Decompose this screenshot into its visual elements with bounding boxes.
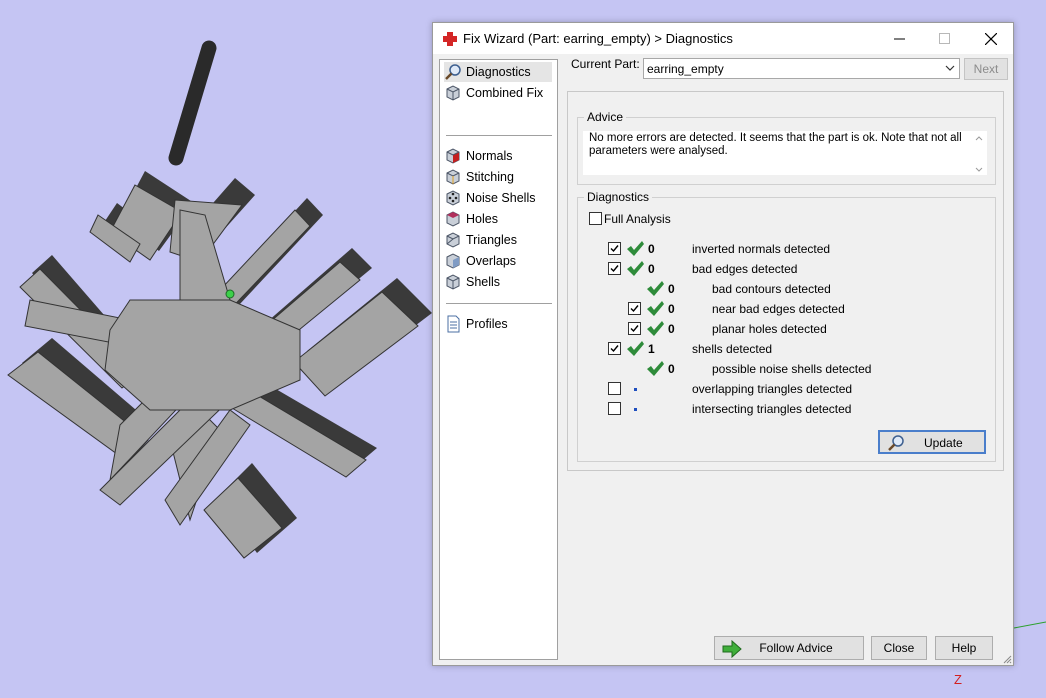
green-arrow-icon [722,640,742,658]
overlapping-triangles-checkbox[interactable] [608,382,621,395]
cube-icon [446,253,460,269]
sidebar-item-combined-fix[interactable]: Combined Fix [444,83,552,103]
maximize-button[interactable] [922,23,967,54]
planar-holes-count: 0 [668,322,675,336]
follow-advice-button[interactable]: Follow Advice [714,636,864,660]
update-button-label: Update [924,436,963,450]
sidebar-item-profiles[interactable]: Profiles [444,314,552,334]
cube-icon [446,232,460,248]
inverted-normals-count: 0 [648,242,655,256]
close-window-button[interactable] [968,23,1013,54]
minimize-button[interactable] [877,23,922,54]
sidebar-item-overlaps[interactable]: Overlaps [444,251,552,271]
cube-red-face-icon [446,148,460,164]
shells-label: shells detected [692,342,773,356]
sidebar-item-normals[interactable]: Normals [444,146,552,166]
noise-shells-label: possible noise shells detected [712,362,872,376]
bad-edges-checkbox[interactable] [608,262,621,275]
overlapping-triangles-label: overlapping triangles detected [692,382,853,396]
document-icon [447,315,460,333]
bad-contours-label: bad contours detected [712,282,831,296]
advice-group: Advice No more errors are detected. It s… [577,110,996,185]
near-bad-edges-checkbox[interactable] [628,302,641,315]
full-analysis-label: Full Analysis [604,212,671,226]
sidebar-item-shells[interactable]: Shells [444,272,552,292]
full-analysis-checkbox[interactable] [589,212,602,225]
current-part-label: Current Part: [571,57,640,71]
bad-contours-count: 0 [668,282,675,296]
advice-scrollbar[interactable] [973,133,985,175]
green-check-icon [627,261,644,276]
advice-text-box[interactable]: No more errors are detected. It seems th… [583,131,987,175]
sidebar-item-diagnostics[interactable]: Diagnostics [444,62,552,82]
resize-grip-icon[interactable] [1002,654,1012,664]
noise-shells-count: 0 [668,362,675,376]
chevron-down-icon [945,65,955,71]
cube-icon [446,211,460,227]
pending-dot-icon [634,408,637,411]
green-check-icon [627,341,644,356]
sidebar-divider [446,135,552,136]
next-button[interactable]: Next [964,58,1008,80]
title-bar[interactable]: Fix Wizard (Part: earring_empty) > Diagn… [433,23,1013,54]
wizard-sidebar: Diagnostics Combined Fix Normals Stitchi… [439,59,558,660]
shells-checkbox[interactable] [608,342,621,355]
cube-icon [446,169,460,185]
green-check-icon [647,361,664,376]
planar-holes-checkbox[interactable] [628,322,641,335]
bad-edges-label: bad edges detected [692,262,798,276]
sidebar-divider [446,303,552,304]
pending-dot-icon [634,388,637,391]
red-cross-icon [443,32,457,46]
bad-edges-count: 0 [648,262,655,276]
intersecting-triangles-label: intersecting triangles detected [692,402,852,416]
z-axis-label: Z [954,672,962,687]
dice-icon [446,190,460,206]
sidebar-item-holes[interactable]: Holes [444,209,552,229]
diagnostics-title: Diagnostics [584,190,653,204]
update-button[interactable]: Update [878,430,986,454]
follow-advice-label: Follow Advice [759,641,833,655]
magnifier-icon [888,435,904,451]
sidebar-item-triangles[interactable]: Triangles [444,230,552,250]
green-check-icon [627,241,644,256]
help-button[interactable]: Help [935,636,993,660]
diagnostics-page: Advice No more errors are detected. It s… [567,91,1004,471]
diagnostics-group: Diagnostics Full Analysis 0 inverted nor… [577,190,996,462]
close-icon [984,32,997,45]
fix-wizard-window: Fix Wizard (Part: earring_empty) > Diagn… [432,22,1014,666]
magnifier-icon [445,64,461,80]
cube-icon [446,85,460,101]
near-bad-edges-label: near bad edges detected [712,302,845,316]
intersecting-triangles-checkbox[interactable] [608,402,621,415]
current-part-select[interactable]: earring_empty [643,58,960,79]
minimize-icon [894,38,905,40]
maximize-icon [939,33,950,44]
green-check-icon [647,301,664,316]
green-check-icon [647,281,664,296]
advice-title: Advice [584,110,627,124]
green-check-icon [647,321,664,336]
window-title: Fix Wizard (Part: earring_empty) > Diagn… [463,31,733,46]
cube-icon [446,274,460,290]
close-button[interactable]: Close [871,636,927,660]
sidebar-item-stitching[interactable]: Stitching [444,167,552,187]
planar-holes-label: planar holes detected [712,322,827,336]
sidebar-item-noise-shells[interactable]: Noise Shells [444,188,552,208]
current-part-value: earring_empty [647,62,724,76]
shells-count: 1 [648,342,655,356]
inverted-normals-label: inverted normals detected [692,242,831,256]
near-bad-edges-count: 0 [668,302,675,316]
inverted-normals-checkbox[interactable] [608,242,621,255]
advice-text: No more errors are detected. It seems th… [589,132,962,157]
